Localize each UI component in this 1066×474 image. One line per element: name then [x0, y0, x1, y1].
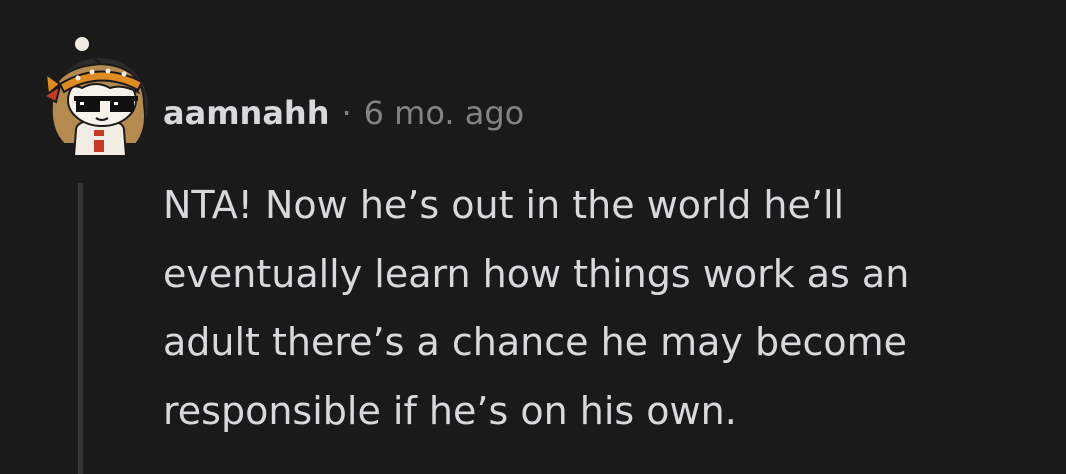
comment-body-line: responsible if he’s on his own.	[163, 388, 737, 433]
comment-meta: aamnahh · 6 mo. ago	[163, 90, 524, 136]
comment-body-line: adult there’s a chance he may become	[163, 320, 908, 364]
username-link[interactable]: aamnahh	[163, 94, 329, 132]
comment-body: NTA! Now he’s out in the world he’ll even…	[163, 171, 1043, 445]
timestamp-link[interactable]: 6 mo. ago	[364, 94, 525, 132]
user-avatar[interactable]	[38, 34, 162, 158]
thread-collapse-line[interactable]	[78, 183, 83, 474]
comment-body-line: NTA! Now he’s out in the world he’ll	[163, 183, 845, 227]
meta-separator: ·	[341, 94, 352, 132]
comment: aamnahh · 6 mo. ago NTA! Now he’s out in…	[0, 0, 1066, 474]
comment-body-line: eventually learn how things work as an	[163, 251, 910, 296]
snoo-avatar-icon	[41, 35, 148, 157]
